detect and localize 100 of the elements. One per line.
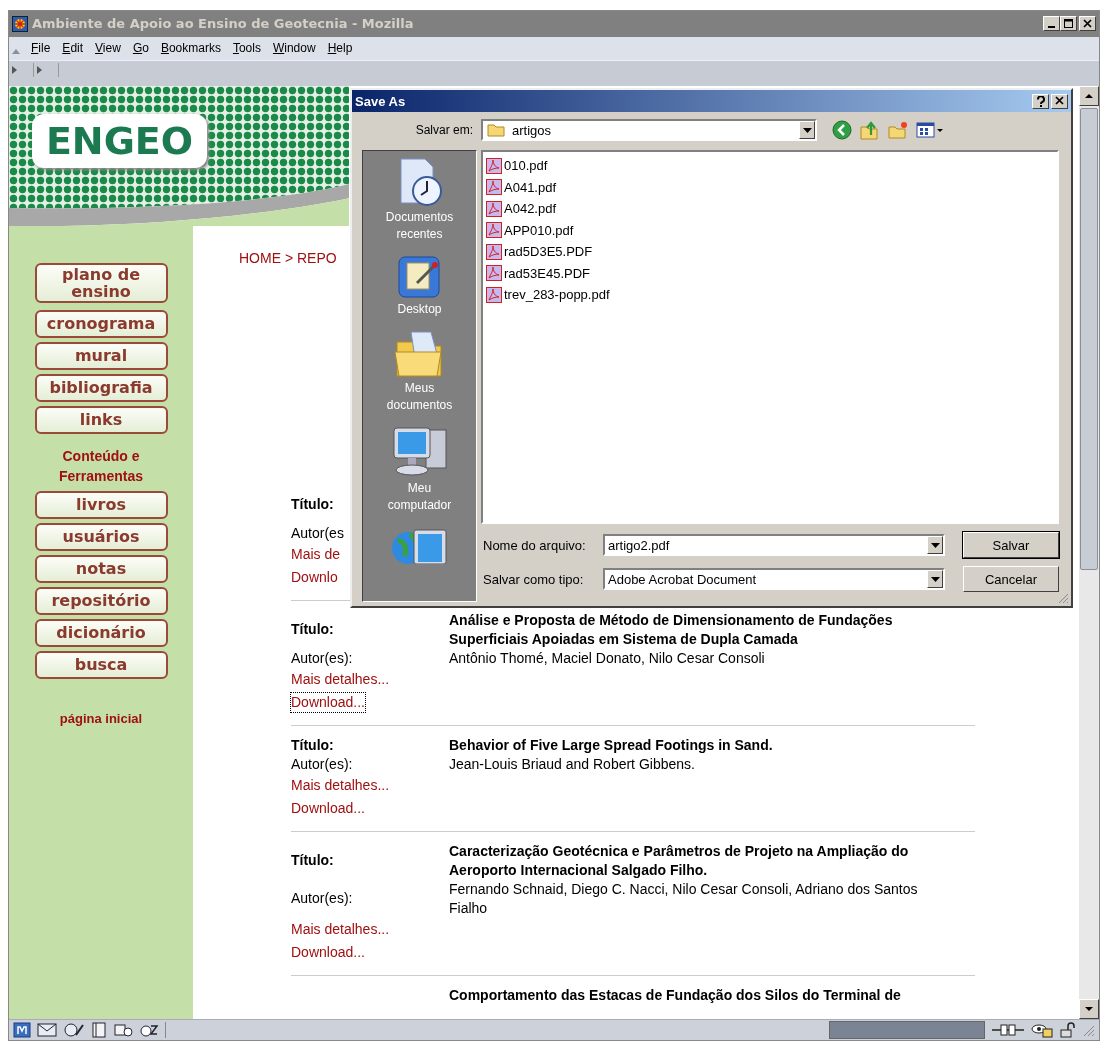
pdf-document-icon [486,157,502,174]
pdf-document-icon [486,222,502,239]
nav-button[interactable]: busca [34,650,168,679]
nav-button[interactable]: mural [34,341,168,370]
menu-item[interactable]: Go [126,41,155,56]
document-row[interactable]: rad5D3E5.PDF [486,241,1054,263]
article-title: Análise e Proposta de Método de Dimensionamento de Fundações Superficiais Apoiadas em Sistema de Dupla Camada [449,610,894,649]
folder-dropdown[interactable]: artigos [481,119,817,141]
article-title: Comportamento das Estacas de Fundação dos Silos do Terminal de [449,985,901,1005]
nav-button[interactable]: dicionário [34,618,168,647]
pdf-document-icon [486,286,502,303]
file-name-field[interactable]: artigo2.pdf [603,534,945,556]
field-label: Título: [291,851,334,871]
home-link[interactable]: página inicial [59,710,143,726]
scroll-up-button[interactable] [1079,85,1099,106]
vertical-scrollbar[interactable] [1079,85,1099,1020]
close-icon [1082,18,1093,29]
folder-up-icon[interactable] [859,119,881,141]
maximize-icon [1063,18,1074,29]
menu-item[interactable]: View [89,41,127,56]
pdf-document-icon [486,200,502,217]
document-row[interactable]: trev_283-popp.pdf [486,284,1054,306]
cancel-button[interactable]: Cancelar [963,566,1059,592]
lock-icon[interactable] [1059,1022,1077,1039]
help-button[interactable] [1032,93,1049,109]
book-icon[interactable] [91,1022,107,1039]
resize-grip-icon[interactable] [1083,1023,1095,1038]
new-folder-icon[interactable] [887,119,909,141]
document-row[interactable]: APP010.pdf [486,219,1054,241]
place-item[interactable]: Meus documentos [374,328,465,414]
site-logo[interactable]: ENGEO [32,113,207,168]
menu-item[interactable]: Edit [56,41,90,56]
up-triangle-icon [1084,91,1094,100]
download-link[interactable]: Download... [291,692,365,712]
author-names: Fernando Schnaid, Diego C. Nacci, Nilo Cesar Consoli, Adriano dos Santos Fialho [449,879,919,918]
author-names: Jean-Louis Briaud and Robert Gibbens. [449,754,695,774]
file-type-dropdown[interactable]: Adobe Acrobat Document [603,568,945,590]
view-menu-icon[interactable] [915,119,945,141]
nav-button[interactable]: bibliografia [34,373,168,402]
details-link[interactable]: Mais detalhes... [291,775,390,795]
field-label: Nome do arquivo: [482,537,587,553]
place-item[interactable]: Meu computador [374,424,465,514]
field-label: Título: [291,620,334,640]
close-button[interactable] [1079,16,1096,32]
details-link[interactable]: Mais detalhes... [291,919,390,939]
field-label: Autor(es [291,523,344,543]
place-item[interactable]: Desktop [374,253,465,318]
download-link[interactable]: Download... [291,798,365,818]
field-label: Salvar em: [414,123,473,137]
expand-toolbar-icon[interactable] [34,62,59,77]
expand-toolbar-icon[interactable] [9,62,34,77]
nav-button[interactable]: links [34,405,168,434]
scroll-down-button[interactable] [1079,999,1099,1020]
menu-item[interactable]: Window [266,41,322,56]
document-row[interactable]: 010.pdf [486,155,1054,177]
menu-item[interactable]: Tools [226,41,267,56]
caret-icon [930,576,940,582]
field-label: Título: [291,735,334,755]
document-row[interactable]: A041.pdf [486,176,1054,198]
field-label: Autor(es): [291,754,353,774]
caret-icon [930,542,940,548]
maximize-button[interactable] [1060,16,1077,32]
question-mark-icon [1035,95,1046,107]
app-icon [12,15,28,32]
details-link[interactable]: Mais detalhes... [291,669,390,689]
pdf-document-icon [486,243,502,260]
nav-button[interactable]: plano de ensino [34,262,168,303]
envelope-icon[interactable] [37,1022,57,1039]
window-title: Ambiente de Apoio ao Ensino de Geotecnia - Mozilla [32,16,414,32]
save-button[interactable]: Salvar [963,532,1059,558]
dialog-title: Save As [355,93,406,109]
minimize-button[interactable] [1043,16,1060,32]
eye-card-icon[interactable] [1031,1022,1053,1039]
article-title: Caracterização Geotécnica e Parâmetros de Projeto na Ampliação do Aeroporto Internacional Salgado Filho. [449,841,910,880]
nav-button[interactable]: notas [34,554,168,583]
menu-item[interactable]: File [25,41,57,56]
document-row[interactable]: A042.pdf [486,198,1054,220]
document-row[interactable]: rad53E45.PDF [486,262,1054,284]
scrollbar-thumb[interactable] [1080,107,1098,570]
menu-item[interactable]: Help [321,41,359,56]
section-heading: Conteúdo e Ferramentas [57,446,144,486]
breadcrumb-link[interactable]: HOME > REPO [239,248,337,268]
field-label: Salvar como tipo: [482,571,585,587]
nav-button[interactable]: usuários [34,522,168,551]
field-label: Título: [291,495,334,515]
minimize-icon [1048,25,1055,28]
details-link[interactable]: Mais de [291,544,341,564]
folder-icon [487,123,505,137]
place-item[interactable]: Documentos recentes [374,157,465,243]
nav-button[interactable]: repositório [34,586,168,615]
nav-button[interactable]: cronograma [34,309,168,338]
resize-grip-icon[interactable] [1057,592,1069,604]
close-button[interactable] [1051,93,1068,109]
nav-button[interactable]: livros [34,490,168,519]
pdf-document-icon [486,179,502,196]
plug-icon[interactable] [991,1022,1025,1039]
download-link[interactable]: Downlo [291,567,338,587]
download-link[interactable]: Download... [291,942,365,962]
caret-icon [802,127,812,133]
menu-item[interactable]: Bookmarks [154,41,227,56]
